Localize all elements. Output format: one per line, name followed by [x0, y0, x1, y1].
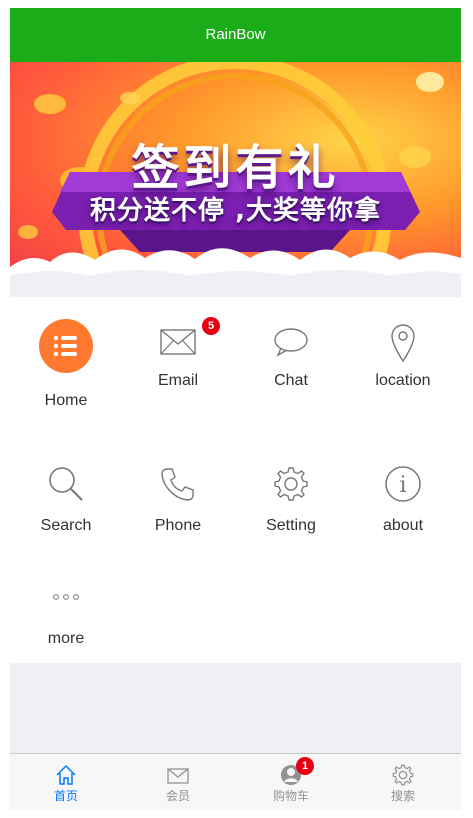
home-icon [56, 764, 76, 785]
promo-banner[interactable]: 签到有礼 积分送不停 ,大奖等你拿 [10, 62, 461, 288]
menu-item-label: Phone [154, 517, 202, 534]
menu-item-about[interactable]: i about [347, 412, 459, 534]
phone-icon [161, 468, 194, 501]
more-dots-icon [53, 594, 79, 600]
menu-item-chat[interactable]: Chat [235, 297, 347, 412]
info-icon: i [385, 466, 421, 502]
menu-item-phone[interactable]: Phone [122, 412, 234, 534]
bottom-tab-bar: 首页 会员 1 购物车 搜索 [10, 753, 461, 810]
envelope-icon [160, 329, 196, 355]
tab-cart[interactable]: 1 购物车 [235, 754, 347, 810]
tab-label: 首页 [53, 789, 78, 803]
banner-title: 签到有礼 [131, 140, 340, 196]
email-badge: 5 [202, 317, 220, 335]
menu-item-search[interactable]: Search [10, 412, 122, 534]
tab-label: 购物车 [272, 789, 309, 803]
menu-grid: Home 5 Email Chat location Search Phone … [10, 297, 461, 663]
search-icon [49, 467, 83, 501]
gear-icon [392, 764, 414, 786]
menu-item-label: location [375, 372, 431, 389]
svg-text:i: i [399, 473, 406, 498]
menu-item-email[interactable]: 5 Email [122, 297, 234, 412]
menu-item-label: Email [157, 372, 198, 389]
menu-item-home[interactable]: Home [10, 297, 122, 412]
menu-item-setting[interactable]: Setting [235, 412, 347, 534]
menu-item-label: Home [44, 392, 88, 409]
gear-icon [274, 467, 308, 501]
cart-badge: 1 [296, 757, 314, 775]
menu-item-label: about [382, 517, 424, 534]
chat-bubble-icon [274, 328, 308, 357]
app-title: RainBow [205, 26, 266, 43]
menu-item-more[interactable]: more [10, 527, 122, 647]
tab-home[interactable]: 首页 [10, 754, 122, 810]
list-icon [39, 319, 93, 373]
tab-label: 会员 [165, 789, 190, 803]
menu-item-label: Chat [274, 372, 308, 389]
menu-item-label: Setting [266, 517, 316, 534]
menu-item-location[interactable]: location [347, 297, 459, 412]
tab-search[interactable]: 搜索 [347, 754, 459, 810]
banner-subtitle: 积分送不停 ,大奖等你拿 [90, 196, 381, 226]
tab-member[interactable]: 会员 [122, 754, 234, 810]
envelope-icon [167, 768, 189, 784]
app-screen: RainBow 签到有礼 积分送不停 ,大奖等你拿 Home 5 Email C… [10, 8, 461, 810]
app-header: RainBow [10, 8, 461, 62]
location-pin-icon [391, 324, 415, 363]
tab-label: 搜索 [390, 789, 415, 803]
menu-item-label: more [47, 630, 85, 647]
